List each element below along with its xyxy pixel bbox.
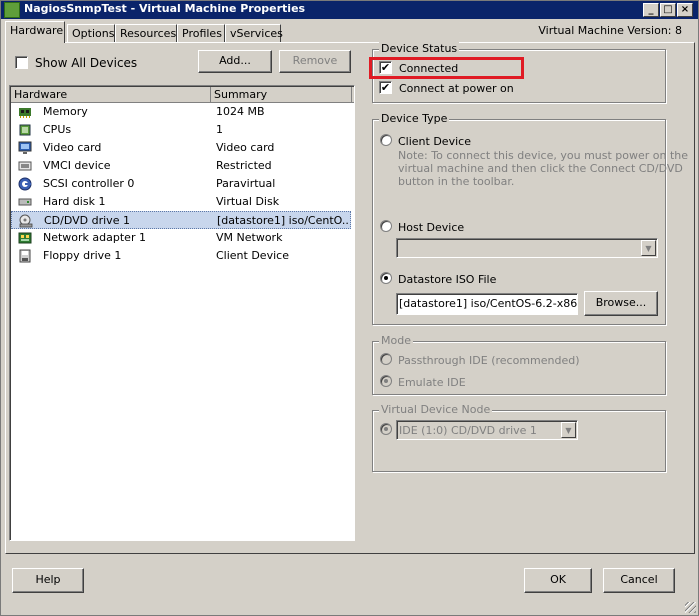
hardware-name: CPUs xyxy=(43,123,72,136)
hardware-list[interactable]: Hardware Summary Memory 1024 MB CPUs 1 V… xyxy=(9,85,355,541)
hardware-summary: VM Network xyxy=(216,231,283,244)
hardware-row-floppy-drive[interactable]: Floppy drive 1 Client Device xyxy=(11,247,351,265)
hardware-row-cpus[interactable]: CPUs 1 xyxy=(11,121,351,139)
help-button[interactable]: Help xyxy=(12,568,84,593)
chevron-down-icon[interactable]: ▼ xyxy=(561,422,576,438)
vm-app-icon xyxy=(4,2,20,18)
column-header-hardware[interactable]: Hardware xyxy=(11,87,211,103)
hardware-row-memory[interactable]: Memory 1024 MB xyxy=(11,103,351,121)
connected-highlight-box xyxy=(369,57,524,79)
host-device-label: Host Device xyxy=(398,221,465,234)
hardware-summary: 1024 MB xyxy=(216,105,265,118)
client-device-label: Client Device xyxy=(398,135,471,148)
hardware-name: Memory xyxy=(43,105,88,118)
hardware-summary: [datastore1] iso/CentO... xyxy=(217,214,349,227)
datastore-iso-file-label: Datastore ISO File xyxy=(398,273,497,286)
cpu-icon xyxy=(19,124,31,136)
browse-button[interactable]: Browse... xyxy=(584,291,658,316)
hardware-name: SCSI controller 0 xyxy=(43,177,135,190)
hardware-summary: 1 xyxy=(216,123,223,136)
hardware-name: Network adapter 1 xyxy=(43,231,146,244)
minimize-button[interactable]: _ xyxy=(643,3,659,17)
floppy-drive-icon xyxy=(19,249,31,263)
scsi-controller-icon xyxy=(18,177,32,191)
tab-resources[interactable]: Resources xyxy=(115,24,177,43)
host-device-dropdown[interactable]: ▼ xyxy=(396,238,658,258)
hardware-name: VMCI device xyxy=(43,159,111,172)
add-button[interactable]: Add... xyxy=(198,50,272,73)
passthrough-ide-radio[interactable] xyxy=(380,353,392,365)
tab-hardware[interactable]: Hardware xyxy=(5,21,65,43)
virtual-device-node-dropdown[interactable]: IDE (1:0) CD/DVD drive 1 ▼ xyxy=(396,420,578,440)
mode-title: Mode xyxy=(379,334,413,347)
vm-properties-window: NagiosSnmpTest - Virtual Machine Propert… xyxy=(0,0,699,616)
virtual-device-node-value: IDE (1:0) CD/DVD drive 1 xyxy=(399,424,537,437)
memory-icon xyxy=(19,108,31,118)
client-device-radio[interactable] xyxy=(380,134,392,146)
show-all-devices-checkbox[interactable] xyxy=(15,56,28,69)
tab-vservices[interactable]: vServices xyxy=(225,24,283,43)
maximize-button[interactable]: □ xyxy=(660,3,676,17)
close-button[interactable]: × xyxy=(677,3,693,17)
tab-options[interactable]: Options xyxy=(67,24,115,43)
device-status-title: Device Status xyxy=(379,42,460,55)
client-device-note-line-2: virtual machine and then click the Conne… xyxy=(398,162,683,175)
hardware-row-video-card[interactable]: Video card Video card xyxy=(11,139,351,157)
window-title: NagiosSnmpTest - Virtual Machine Propert… xyxy=(24,2,306,15)
hardware-row-vmci-device[interactable]: VMCI device Restricted xyxy=(11,157,351,175)
vmci-device-icon xyxy=(18,161,32,171)
connect-at-power-on-checkbox[interactable]: ✔ xyxy=(379,81,392,94)
device-type-title: Device Type xyxy=(379,112,450,125)
hardware-name: Hard disk 1 xyxy=(43,195,106,208)
hardware-name: Floppy drive 1 xyxy=(43,249,122,262)
datastore-iso-path-input[interactable]: [datastore1] iso/CentOS-6.2-x86_64 xyxy=(396,293,578,315)
emulate-ide-label: Emulate IDE xyxy=(398,376,466,389)
vm-version-label: Virtual Machine Version: 8 xyxy=(538,24,682,37)
hardware-row-network-adapter[interactable]: Network adapter 1 VM Network xyxy=(11,229,351,247)
ok-button[interactable]: OK xyxy=(524,568,592,593)
hardware-summary: Video card xyxy=(216,141,275,154)
host-device-radio[interactable] xyxy=(380,220,392,232)
hard-disk-icon xyxy=(18,198,32,206)
show-all-devices-label: Show All Devices xyxy=(35,56,138,70)
client-device-note-line-1: Note: To connect this device, you must p… xyxy=(398,149,689,162)
connect-at-power-on-label: Connect at power on xyxy=(399,82,514,95)
resize-grip-icon[interactable] xyxy=(685,602,696,613)
tab-profiles[interactable]: Profiles xyxy=(177,24,225,43)
passthrough-ide-label: Passthrough IDE (recommended) xyxy=(398,354,580,367)
hardware-summary: Paravirtual xyxy=(216,177,276,190)
client-device-note-line-3: button in the toolbar. xyxy=(398,175,515,188)
video-card-icon xyxy=(18,141,32,154)
datastore-iso-file-radio[interactable] xyxy=(380,272,392,284)
hardware-summary: Restricted xyxy=(216,159,272,172)
emulate-ide-radio[interactable] xyxy=(380,375,392,387)
hardware-list-header: Hardware Summary xyxy=(11,87,354,103)
hardware-summary: Client Device xyxy=(216,249,289,262)
column-header-summary[interactable]: Summary xyxy=(211,87,352,103)
hardware-name: CD/DVD drive 1 xyxy=(44,214,130,227)
cancel-button[interactable]: Cancel xyxy=(603,568,675,593)
hardware-name: Video card xyxy=(43,141,102,154)
cd-dvd-drive-icon xyxy=(19,214,33,228)
remove-button[interactable]: Remove xyxy=(279,50,351,73)
virtual-device-node-title: Virtual Device Node xyxy=(379,403,493,416)
hardware-row-hard-disk[interactable]: Hard disk 1 Virtual Disk xyxy=(11,193,351,211)
title-bar[interactable]: NagiosSnmpTest - Virtual Machine Propert… xyxy=(1,1,698,19)
hardware-row-scsi-controller[interactable]: SCSI controller 0 Paravirtual xyxy=(11,175,351,193)
hardware-row-cd-dvd-drive[interactable]: CD/DVD drive 1 [datastore1] iso/CentO... xyxy=(11,211,351,229)
network-adapter-icon xyxy=(18,232,32,244)
hardware-summary: Virtual Disk xyxy=(216,195,280,208)
virtual-device-node-radio[interactable] xyxy=(380,423,392,435)
chevron-down-icon[interactable]: ▼ xyxy=(641,240,656,256)
